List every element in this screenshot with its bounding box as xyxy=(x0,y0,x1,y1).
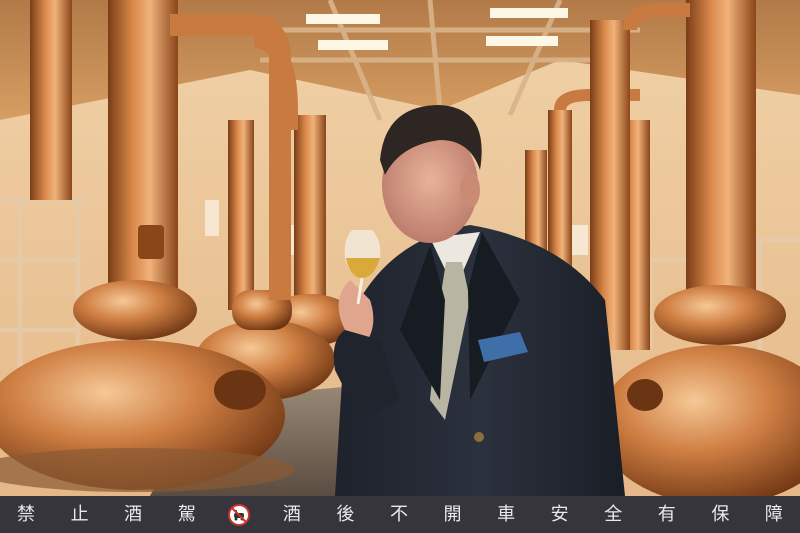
banner-char: 保 xyxy=(711,504,730,525)
banner-char: 有 xyxy=(657,504,676,525)
banner-char: 開 xyxy=(443,504,462,525)
banner-char: 酒 xyxy=(124,504,143,525)
responsible-drinking-banner: 禁 止 酒 駕 酒 後 不 開 車 安 全 有 保 障 xyxy=(0,496,800,533)
banner-char: 全 xyxy=(604,504,623,525)
distillery-photo xyxy=(0,0,800,496)
banner-char: 駕 xyxy=(177,504,196,525)
banner-char: 後 xyxy=(336,504,355,525)
banner-char: 障 xyxy=(764,504,783,525)
banner-char: 酒 xyxy=(282,504,301,525)
no-drink-driving-symbol xyxy=(228,503,251,526)
banner-char: 車 xyxy=(497,504,516,525)
no-drink-driving-icon xyxy=(228,503,251,526)
banner-char: 不 xyxy=(389,504,408,525)
banner-char: 安 xyxy=(550,504,569,525)
banner-char: 禁 xyxy=(17,504,35,525)
photo-illustration xyxy=(0,0,800,496)
banner-char: 止 xyxy=(70,504,89,525)
